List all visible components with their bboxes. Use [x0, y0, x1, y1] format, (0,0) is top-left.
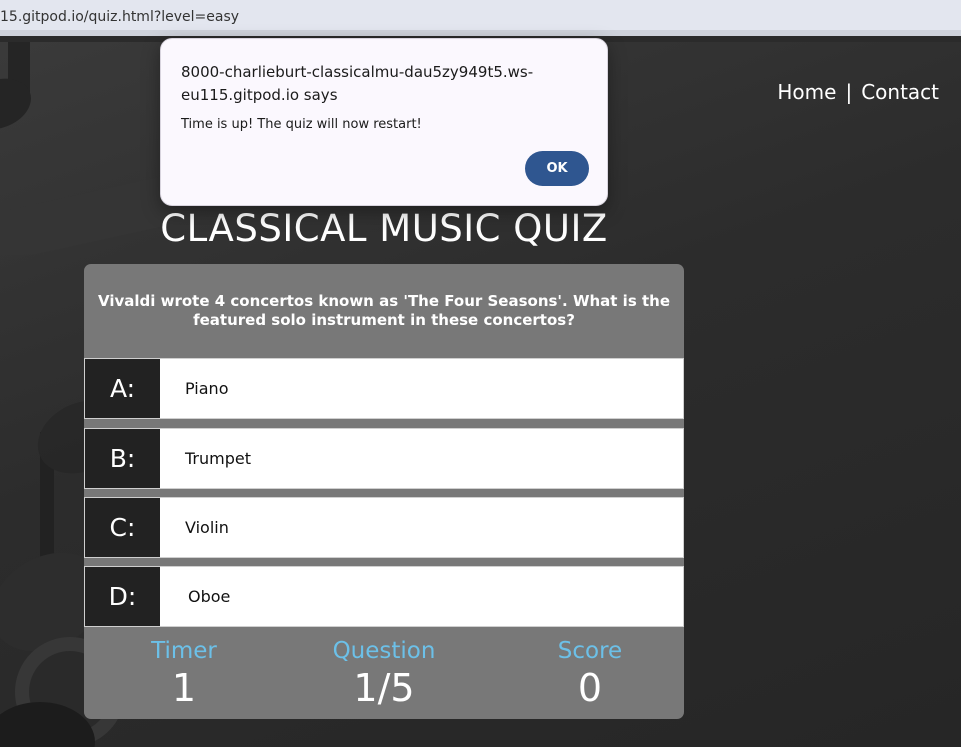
answer-d-button[interactable]: D: Oboe	[84, 566, 684, 627]
page-title: CLASSICAL MUSIC QUIZ	[160, 207, 608, 250]
dialog-message: Time is up! The quiz will now restart!	[181, 117, 422, 132]
timer-label: Timer	[151, 638, 217, 664]
answer-letter: B:	[85, 429, 160, 488]
answer-letter: D:	[85, 567, 160, 626]
answer-text: Violin	[185, 518, 229, 537]
score-stat: Score 0	[490, 628, 684, 710]
timer-value: 1	[171, 666, 197, 710]
url-text[interactable]: 15.gitpod.io/quiz.html?level=easy	[0, 9, 239, 25]
answer-text: Trumpet	[185, 449, 251, 468]
question-label: Question	[332, 638, 436, 664]
alert-dialog: 8000-charlieburt-classicalmu-dau5zy949t5…	[160, 38, 608, 206]
quiz-stats: Timer 1 Question 1/5 Score 0	[84, 628, 684, 719]
answer-c-button[interactable]: C: Violin	[84, 497, 684, 558]
question-stat: Question 1/5	[284, 628, 484, 710]
timer-stat: Timer 1	[84, 628, 284, 710]
answer-letter: A:	[85, 359, 160, 418]
quiz-card: Vivaldi wrote 4 concertos known as 'The …	[84, 264, 684, 719]
question-text: Vivaldi wrote 4 concertos known as 'The …	[97, 292, 670, 329]
ok-button[interactable]: OK	[525, 151, 589, 186]
answer-text: Piano	[185, 379, 229, 398]
question-counter: 1/5	[353, 666, 415, 710]
dialog-origin: 8000-charlieburt-classicalmu-dau5zy949t5…	[181, 63, 534, 104]
browser-address-bar[interactable]: 15.gitpod.io/quiz.html?level=easy	[0, 0, 961, 36]
answer-b-button[interactable]: B: Trumpet	[84, 428, 684, 489]
answer-text: Oboe	[188, 587, 231, 606]
score-value: 0	[577, 666, 603, 710]
answer-letter: C:	[85, 498, 160, 557]
score-label: Score	[557, 638, 623, 664]
main-nav: Home | Contact	[777, 80, 939, 104]
nav-separator: |	[845, 80, 853, 104]
nav-contact-link[interactable]: Contact	[861, 80, 939, 104]
nav-home-link[interactable]: Home	[777, 80, 836, 104]
answer-a-button[interactable]: A: Piano	[84, 358, 684, 419]
